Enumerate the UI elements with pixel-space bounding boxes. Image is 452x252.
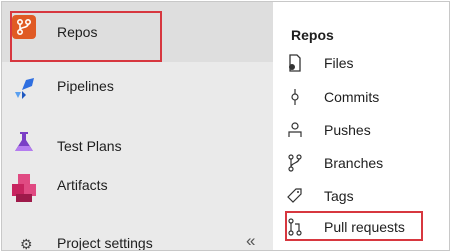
artifacts-icon (12, 174, 36, 202)
submenu-item-label: Branches (324, 155, 384, 171)
project-sidebar: Repos Pipelines Test Plans Artifacts ⚙ P… (2, 2, 273, 251)
highlight-box (285, 211, 423, 241)
repos-submenu: Repos Files Commits Pushes Branches Tags… (273, 2, 449, 250)
collapse-sidebar-button[interactable]: « (246, 231, 255, 250)
azure-devops-menu: Repos Pipelines Test Plans Artifacts ⚙ P… (1, 1, 450, 251)
project-settings-link[interactable]: Project settings (57, 235, 153, 250)
submenu-item-commits[interactable]: Commits (273, 82, 449, 114)
tag-icon (287, 187, 303, 205)
sidebar-item-test-plans[interactable]: Test Plans (2, 114, 273, 166)
sidebar-item-pipelines[interactable]: Pipelines (2, 62, 273, 114)
test-plans-icon (12, 130, 36, 154)
highlight-box (10, 11, 162, 62)
submenu-item-label: Files (324, 55, 354, 71)
sidebar-item-label: Artifacts (57, 177, 108, 193)
sidebar-item-artifacts[interactable]: Artifacts (2, 166, 273, 218)
submenu-item-label: Tags (324, 188, 354, 204)
submenu-item-files[interactable]: Files (273, 48, 449, 80)
submenu-item-tags[interactable]: Tags (273, 181, 449, 213)
gear-icon: ⚙ (20, 236, 33, 251)
pipelines-icon (12, 76, 36, 100)
sidebar-item-label: Pipelines (57, 78, 114, 94)
submenu-item-label: Commits (324, 89, 380, 105)
submenu-item-label: Pushes (324, 122, 371, 138)
push-icon (287, 121, 303, 139)
branch-icon (287, 154, 303, 172)
sidebar-item-label: Test Plans (57, 138, 122, 154)
files-icon (287, 54, 303, 72)
submenu-item-pushes[interactable]: Pushes (273, 115, 449, 147)
submenu-item-branches[interactable]: Branches (273, 148, 449, 180)
sidebar-item-repos[interactable]: Repos (2, 2, 273, 62)
submenu-title: Repos (291, 27, 334, 43)
commit-icon (287, 88, 303, 106)
